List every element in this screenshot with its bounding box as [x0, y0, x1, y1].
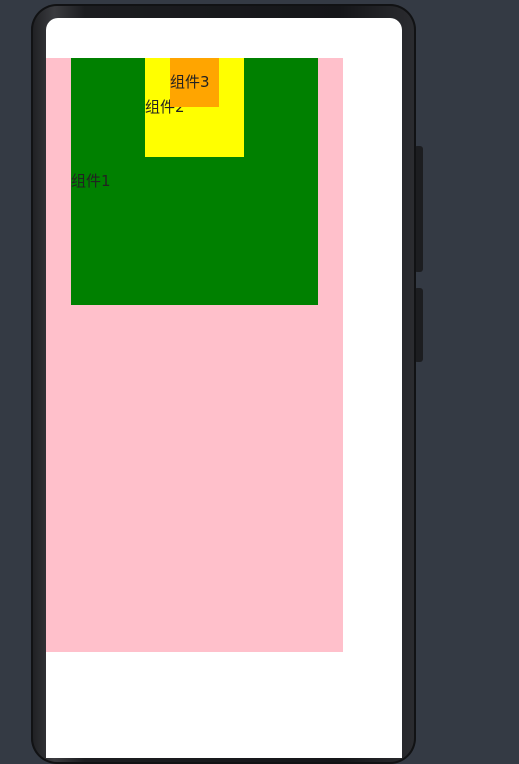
component-1-label: 组件1 — [71, 172, 111, 190]
component-3-label: 组件3 — [170, 73, 210, 91]
component-3: 组件3 — [170, 58, 219, 107]
stack-container: 组件1 组件2 组件3 — [46, 58, 343, 652]
emulator-background: 组件1 组件2 组件3 — [0, 0, 519, 764]
phone-screen: 组件1 组件2 组件3 — [46, 18, 402, 758]
